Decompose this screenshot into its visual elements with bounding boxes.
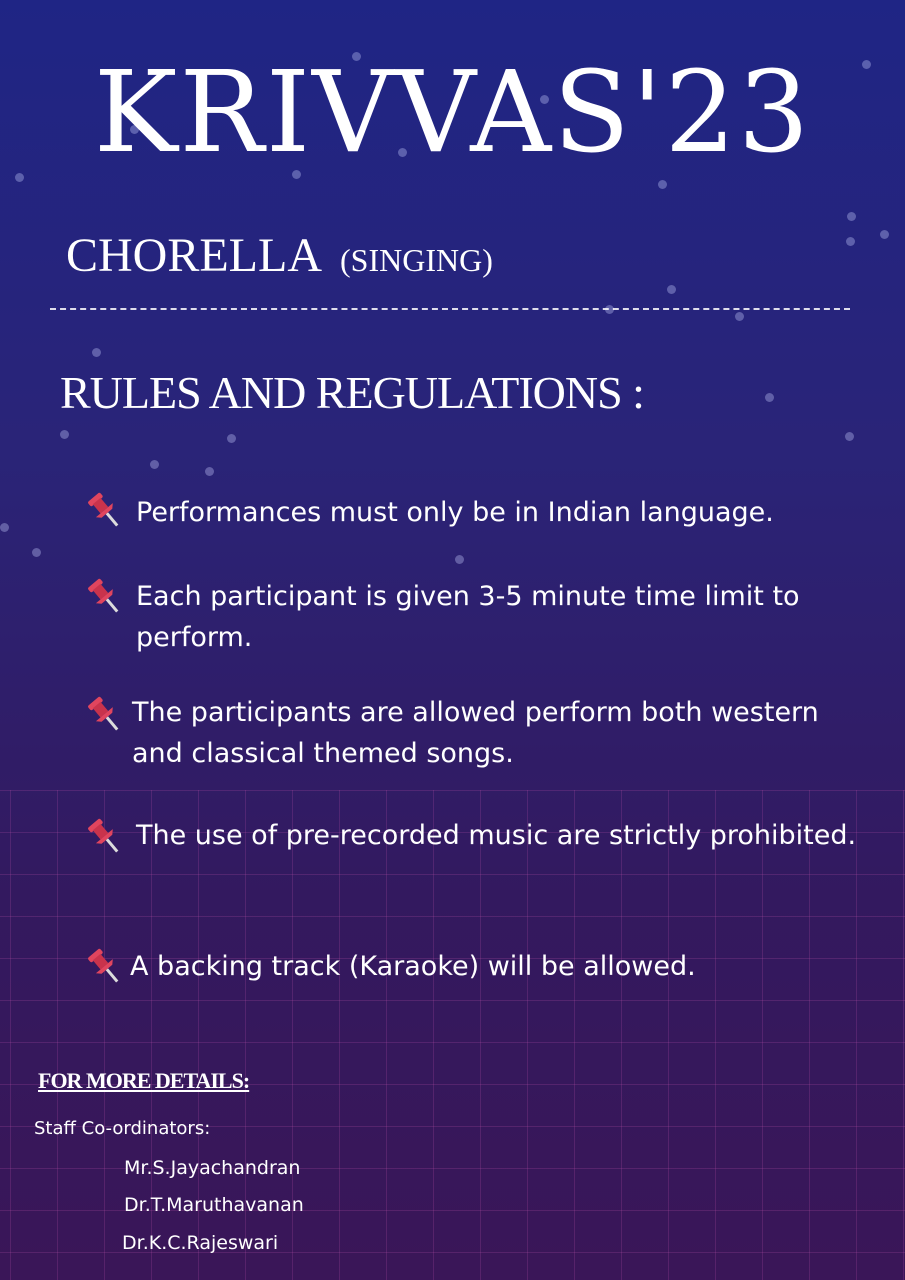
festival-title: KRIVVAS'23	[93, 48, 812, 178]
details-title: FOR MORE DETAILS:	[38, 1068, 250, 1093]
rule-text: The use of pre-recorded music are strict…	[136, 820, 857, 851]
coordinator-name: Mr.S.Jayachandran	[124, 1157, 301, 1179]
pushpin-icon	[88, 492, 119, 527]
rule-text: A backing track (Karaoke) will be allowe…	[130, 951, 696, 982]
rule-text: The participants are allowed perform bot…	[132, 697, 819, 769]
rule-text: Performances must only be in Indian lang…	[136, 497, 774, 528]
dashed-divider	[50, 308, 850, 310]
coordinators-label: Staff Co-ordinators:	[34, 1118, 211, 1139]
pushpin-icon	[88, 696, 119, 731]
event-type: (SINGING)	[339, 242, 493, 278]
event-name: CHORELLA	[66, 229, 322, 282]
coordinator-name: Dr.K.C.Rajeswari	[122, 1232, 279, 1254]
pushpin-icon	[88, 818, 119, 853]
pushpin-icon	[88, 578, 119, 613]
event-heading: CHORELLA (SINGING)	[66, 228, 493, 283]
coordinator-name: Dr.T.Maruthavanan	[124, 1194, 304, 1216]
rules-heading: RULES AND REGULATIONS :	[60, 367, 645, 418]
rule-text: Each participant is given 3-5 minute tim…	[136, 581, 800, 653]
pushpin-icon	[88, 948, 119, 983]
